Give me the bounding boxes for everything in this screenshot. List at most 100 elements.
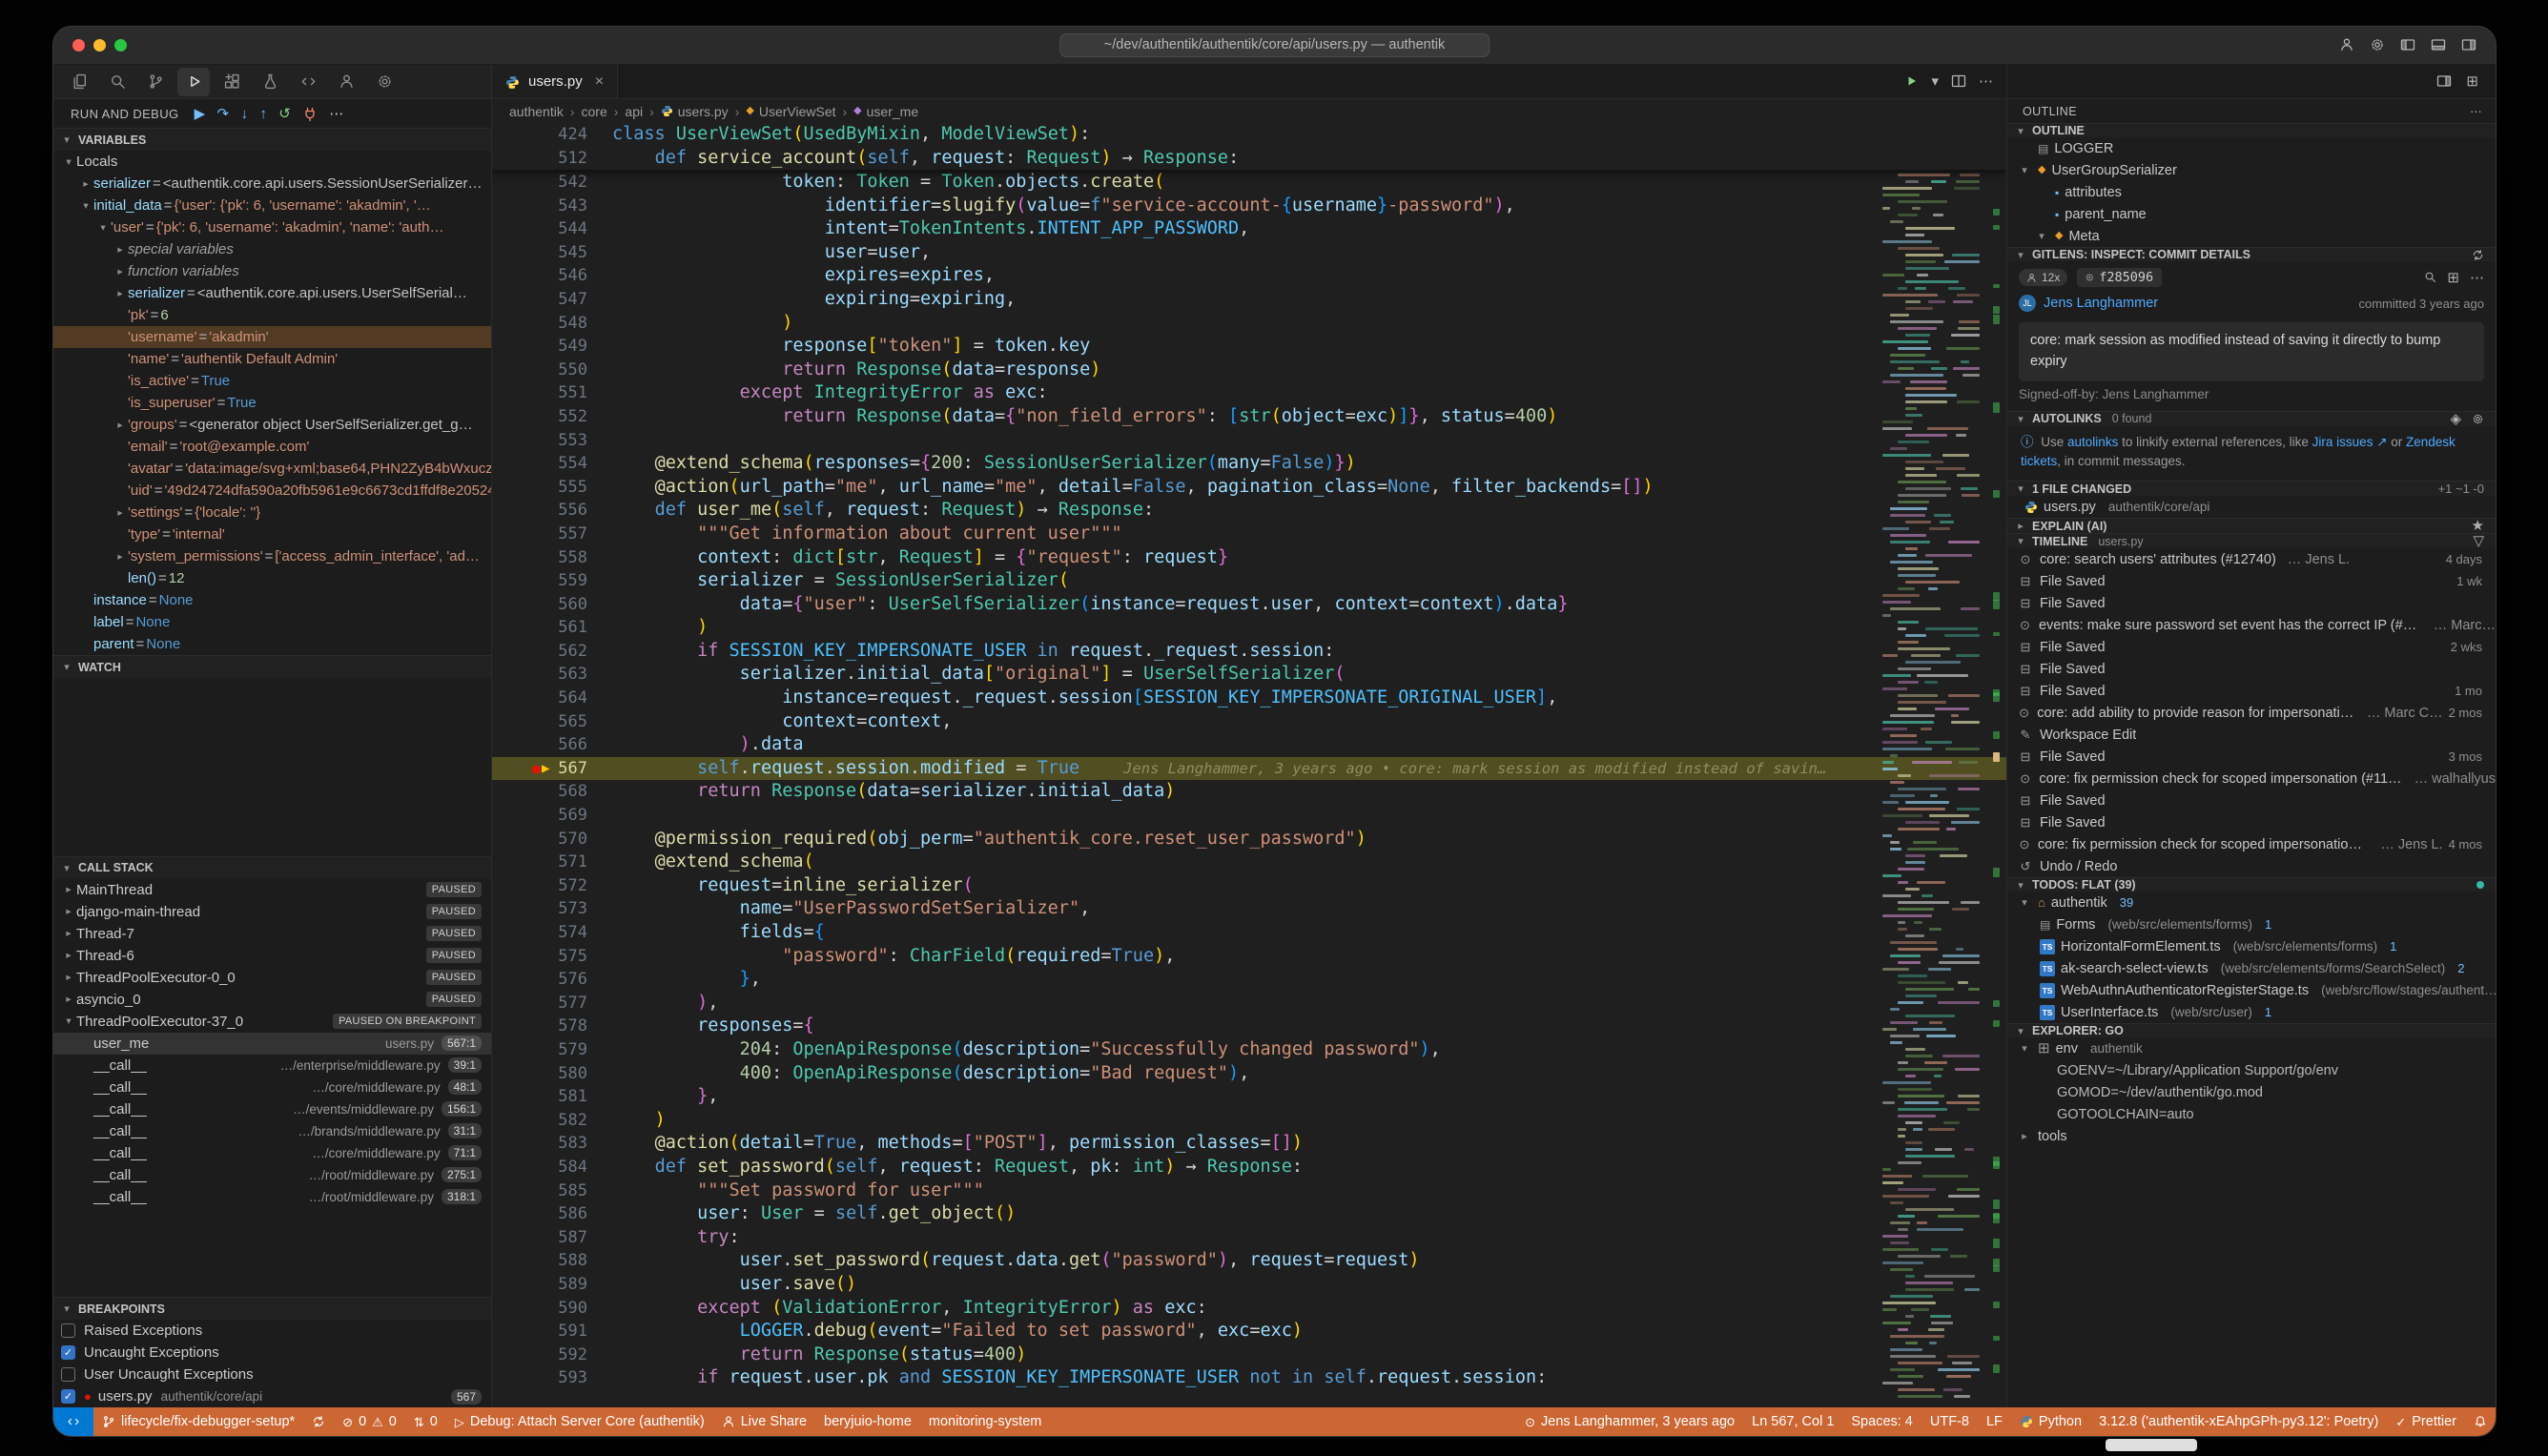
toggle-panel-icon[interactable] xyxy=(2431,37,2446,54)
stack-frame-row[interactable]: user_meusers.py567:1 xyxy=(53,1033,491,1055)
outline-item[interactable]: ▤LOGGER xyxy=(2007,137,2496,159)
breadcrumb-item[interactable]: authentik xyxy=(509,104,564,119)
settings-gear-icon[interactable] xyxy=(2370,37,2385,54)
code-line[interactable]: 558 context: dict[str, Request] = {"requ… xyxy=(492,546,2006,570)
code-line[interactable]: 556 def user_me(self, request: Request) … xyxy=(492,499,2006,523)
variable-row[interactable]: parent = None xyxy=(53,633,491,655)
variable-row[interactable]: ▸serializer = <authentik.core.api.users.… xyxy=(53,282,491,304)
timeline-item[interactable]: ✎Workspace Edit xyxy=(2007,724,2496,746)
code-line[interactable]: 583 @action(detail=True, methods=["POST"… xyxy=(492,1132,2006,1156)
todos-file-row[interactable]: TSak-search-select-view.ts(web/src/eleme… xyxy=(2007,957,2496,979)
code-line[interactable]: 585 """Set password for user""" xyxy=(492,1179,2006,1203)
code-line[interactable]: 545 user=user, xyxy=(492,241,2006,265)
code-line[interactable]: 572 request=inline_serializer( xyxy=(492,874,2006,898)
timeline-item[interactable]: ⊟File Saved xyxy=(2007,658,2496,680)
breakpoint-row[interactable]: ✓●users.pyauthentik/core/api567 xyxy=(53,1385,491,1407)
indentation[interactable]: Spaces: 4 xyxy=(1842,1407,1921,1436)
code-line[interactable]: 571 @extend_schema( xyxy=(492,851,2006,874)
variable-row[interactable]: 'username' = 'akadmin' xyxy=(53,326,491,348)
breakpoint-row[interactable]: ✓Uncaught Exceptions xyxy=(53,1342,491,1364)
code-line[interactable]: 557 """Get information about current use… xyxy=(492,523,2006,546)
variable-row[interactable]: ▸special variables xyxy=(53,238,491,260)
stack-frame-row[interactable]: __call__…/events/middleware.py156:1 xyxy=(53,1098,491,1120)
code-line[interactable]: 563 serializer.initial_data["original"] … xyxy=(492,663,2006,687)
code-line[interactable]: 586 user: User = self.get_object() xyxy=(492,1202,2006,1226)
language-mode[interactable]: Python xyxy=(2011,1407,2090,1436)
watch-section-header[interactable]: ▾WATCH xyxy=(53,655,491,678)
remote-indicator[interactable] xyxy=(53,1407,93,1436)
variable-row[interactable]: ▸function variables xyxy=(53,260,491,282)
code-line[interactable]: 564 instance=request._request.session[SE… xyxy=(492,687,2006,710)
eol[interactable]: LF xyxy=(1978,1407,2011,1436)
code-line[interactable]: 590 except (ValidationError, IntegrityEr… xyxy=(492,1297,2006,1321)
code-line[interactable]: 549 response["token"] = token.key xyxy=(492,335,2006,359)
timeline-item[interactable]: ⊙core: search users' attributes (#12740)… xyxy=(2007,548,2496,570)
debug-status[interactable]: ▷Debug: Attach Server Core (authentik) xyxy=(446,1407,713,1436)
variable-row[interactable]: len() = 12 xyxy=(53,567,491,589)
code-line[interactable]: 592 return Response(status=400) xyxy=(492,1343,2006,1367)
go-tools-row[interactable]: ▸tools xyxy=(2007,1125,2496,1147)
code-line[interactable]: 548 ) xyxy=(492,312,2006,336)
breakpoint-checkbox[interactable]: ✓ xyxy=(61,1389,75,1404)
autolink-add-icon[interactable]: ◈ xyxy=(2450,412,2461,426)
problems[interactable]: ⊘0⚠0 xyxy=(334,1407,405,1436)
autolink-link[interactable]: autolinks xyxy=(2067,435,2118,449)
variable-row[interactable]: 'is_superuser' = True xyxy=(53,392,491,414)
code-line[interactable]: 584 def set_password(self, request: Requ… xyxy=(492,1156,2006,1179)
run-python-file-icon[interactable] xyxy=(1903,73,1919,91)
stack-frame-row[interactable]: __call__…/root/middleware.py275:1 xyxy=(53,1164,491,1186)
timeline-section-header[interactable]: ▾TIMELINEusers.py▽ xyxy=(2007,533,2496,548)
outline-item[interactable]: ▪attributes xyxy=(2007,181,2496,203)
code-line[interactable]: 574 fields={ xyxy=(492,921,2006,945)
code-line[interactable]: 567●▶ self.request.session.modified = Tr… xyxy=(492,757,2006,781)
toggle-primary-side-bar-icon[interactable] xyxy=(2400,37,2415,54)
breakpoint-checkbox[interactable]: ✓ xyxy=(61,1345,75,1360)
blame-annotation[interactable]: ⊙Jens Langhammer, 3 years ago xyxy=(1516,1407,1743,1436)
timeline-item[interactable]: ⊙events: make sure password set event ha… xyxy=(2007,614,2496,636)
todos-root-row[interactable]: ▾⌂authentik39 xyxy=(2007,892,2496,913)
notifications[interactable] xyxy=(2465,1407,2496,1436)
code-line[interactable]: 552 return Response(data={"non_field_err… xyxy=(492,405,2006,429)
code-line[interactable]: 561 ) xyxy=(492,616,2006,640)
outline-item[interactable]: ▾◆UserGroupSerializer xyxy=(2007,159,2496,181)
variable-row[interactable]: ▸'system_permissions' = ['access_admin_i… xyxy=(53,545,491,567)
code-line[interactable]: 555 @action(url_path="me", url_name="me"… xyxy=(492,476,2006,500)
variable-row[interactable]: 'avatar' = 'data:image/svg+xml;base64,PH… xyxy=(53,458,491,480)
code-line[interactable]: 542 token: Token = Token.objects.create( xyxy=(492,171,2006,195)
timeline-item[interactable]: ⊙core: fix permission check for scoped i… xyxy=(2007,833,2496,855)
code-line[interactable]: 546 expires=expires, xyxy=(492,264,2006,288)
code-line[interactable]: 576 }, xyxy=(492,968,2006,992)
thread-row[interactable]: ▸ThreadPoolExecutor-0_0PAUSED xyxy=(53,967,491,989)
thread-row[interactable]: ▸Thread-7PAUSED xyxy=(53,923,491,945)
todos-file-row[interactable]: TSUserInterface.ts(web/src/user)1 xyxy=(2007,1001,2496,1023)
search-icon[interactable] xyxy=(101,68,134,96)
breadcrumb-item[interactable]: core xyxy=(582,104,607,119)
code-line[interactable]: 565 context=context, xyxy=(492,710,2006,734)
code-line[interactable]: 591 LOGGER.debug(event="Failed to set pa… xyxy=(492,1320,2006,1343)
code-line[interactable]: 550 return Response(data=response) xyxy=(492,359,2006,382)
outline-item[interactable]: ▪parent_name xyxy=(2007,203,2496,225)
accounts-icon[interactable] xyxy=(330,68,362,96)
thread-row[interactable]: ▸django-main-threadPAUSED xyxy=(53,901,491,923)
code-line[interactable]: 424class UserViewSet(UsedByMixin, ModelV… xyxy=(492,123,2006,147)
breakpoints-section-header[interactable]: ▾BREAKPOINTS xyxy=(53,1297,491,1320)
testing-icon[interactable] xyxy=(254,68,286,96)
command-center[interactable]: ~/dev/authentik/authentik/core/api/users… xyxy=(1059,33,1490,57)
code-line[interactable]: 570 @permission_required(obj_perm="authe… xyxy=(492,828,2006,851)
variable-row[interactable]: 'is_active' = True xyxy=(53,370,491,392)
call-stack-section-header[interactable]: ▾CALL STACK xyxy=(53,856,491,879)
beryjuio-home[interactable]: beryjuio-home xyxy=(815,1407,920,1436)
tab-users-py[interactable]: users.py × xyxy=(492,65,618,98)
disconnect-icon[interactable] xyxy=(302,105,318,121)
outline-item[interactable]: ▾◆Meta xyxy=(2007,225,2496,247)
variable-row[interactable]: 'pk' = 6 xyxy=(53,304,491,326)
breakpoint-checkbox[interactable] xyxy=(61,1323,75,1338)
timeline-item[interactable]: ⊟File Saved xyxy=(2007,811,2496,833)
autolinks-section-header[interactable]: ▾AUTOLINKS0 found◈ xyxy=(2007,411,2496,426)
minimap[interactable] xyxy=(1880,123,1985,1407)
explorer-icon[interactable] xyxy=(63,68,95,96)
code-line[interactable]: 588 user.set_password(request.data.get("… xyxy=(492,1249,2006,1273)
stack-frame-row[interactable]: __call__…/root/middleware.py318:1 xyxy=(53,1186,491,1208)
variable-row[interactable]: ▾Locals xyxy=(53,151,491,173)
sync-changes[interactable] xyxy=(303,1407,334,1436)
